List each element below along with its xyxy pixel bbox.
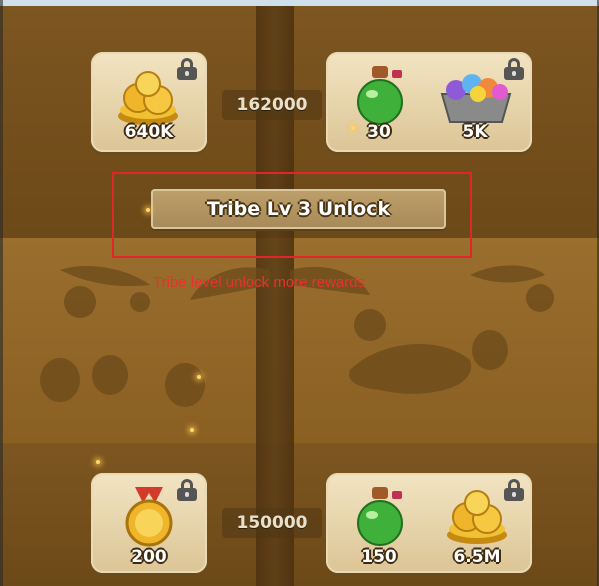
sparkle (351, 126, 355, 130)
potion-quantity: 30 (367, 122, 391, 142)
lock-icon (504, 58, 524, 80)
tier-score-top: 162000 (222, 90, 322, 120)
reward-card-items-bottom[interactable]: 150 6.5M (326, 473, 532, 573)
lock-icon (177, 479, 197, 501)
annotation-text: Tribe level unlock more rewards (153, 274, 366, 291)
window-left-edge (0, 0, 3, 586)
sparkle (197, 375, 201, 379)
reward-card-coins-top[interactable]: 640K (91, 52, 207, 152)
gold-medal-icon (125, 487, 173, 547)
green-potion-icon (357, 66, 403, 125)
sparkle (190, 428, 194, 432)
coins-quantity: 640K (124, 122, 174, 142)
highlight-box (112, 172, 472, 258)
reward-card-items-top[interactable]: 30 5K (326, 52, 532, 152)
reward-card-medal-bottom[interactable]: 200 (91, 473, 207, 573)
green-potion-icon (357, 487, 403, 546)
potion-quantity: 150 (361, 547, 397, 567)
lock-icon (504, 479, 524, 501)
gold-coins-icon (447, 490, 507, 544)
lock-icon (177, 58, 197, 80)
coins-quantity: 6.5M (453, 547, 501, 567)
gems-quantity: 5K (462, 122, 488, 142)
tier-score-bottom: 150000 (222, 508, 322, 538)
sparkle (146, 208, 150, 212)
gold-coins-icon (118, 71, 178, 125)
window-top-edge (0, 0, 599, 6)
tribe-silhouettes-art (40, 265, 554, 407)
tribe-rewards-screen: 640K 162000 30 5K Tribe Lv 3 Unlock Trib… (0, 0, 599, 586)
medal-quantity: 200 (131, 547, 167, 567)
sparkle (96, 460, 100, 464)
gem-bowl-icon (440, 74, 512, 123)
